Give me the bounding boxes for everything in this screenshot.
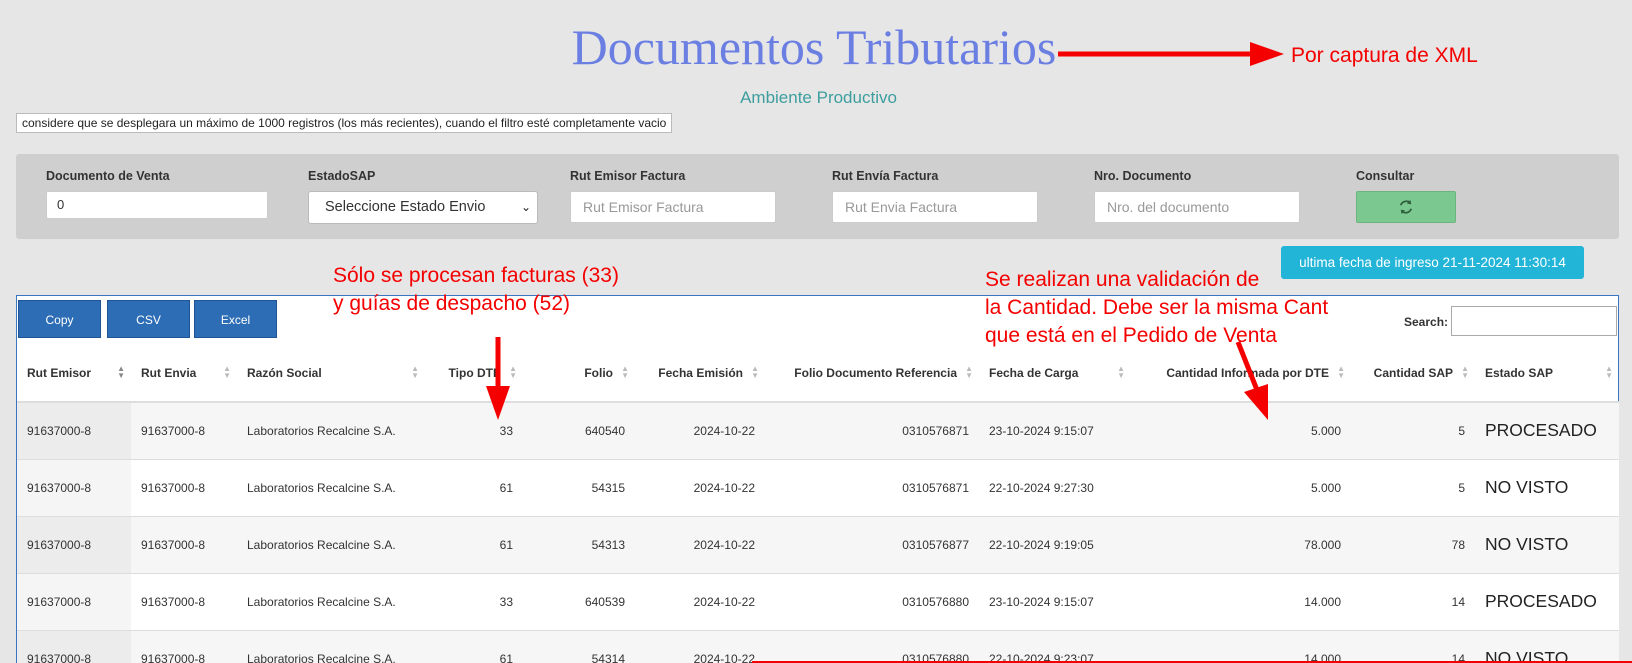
- arrow-down-icon: [486, 337, 510, 420]
- arrow-right-icon: [1058, 42, 1284, 66]
- arrow-down-icon: [1235, 341, 1268, 420]
- annotation-arrows: [486, 42, 1632, 663]
